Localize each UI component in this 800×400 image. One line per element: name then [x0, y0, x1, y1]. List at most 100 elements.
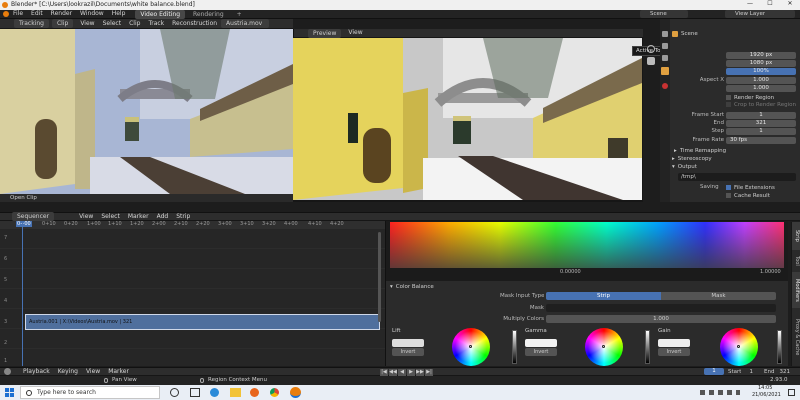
lift-value-slider[interactable]: [512, 330, 517, 364]
play-icon[interactable]: ▶: [407, 368, 415, 376]
system-tray-icons[interactable]: [700, 390, 740, 395]
start-frame-field[interactable]: Start 1: [728, 368, 753, 375]
timeline-ruler[interactable]: 0+00 0+10 0+20 1+00 1+10 1+20 2+00 2+10 …: [0, 221, 385, 229]
mask-field[interactable]: [546, 304, 776, 312]
output-tab-icon[interactable]: [662, 55, 668, 61]
cache-result-checkbox[interactable]: Cache Result: [726, 192, 770, 199]
aspect-y-field[interactable]: 1.000: [672, 85, 796, 93]
menu-render[interactable]: Render: [47, 9, 76, 19]
mask-option-mask[interactable]: Mask: [661, 292, 776, 300]
jump-start-icon[interactable]: |◀: [380, 368, 388, 376]
menu-edit[interactable]: Edit: [27, 9, 47, 19]
resolution-y-field[interactable]: 1080 px: [672, 60, 796, 68]
tool-tab-icon[interactable]: [662, 31, 668, 37]
gamma-wheel-handle[interactable]: [602, 345, 605, 348]
menu-window[interactable]: Window: [76, 9, 108, 19]
seq-menu-add[interactable]: Add: [153, 212, 173, 222]
render-region-checkbox[interactable]: Render Region: [726, 94, 774, 101]
view-layer-selector[interactable]: View Layer: [725, 10, 795, 18]
seq-menu-select[interactable]: Select: [97, 212, 124, 222]
render-region-check[interactable]: [726, 95, 731, 100]
minimize-button[interactable]: —: [742, 0, 758, 7]
frame-end-field[interactable]: End 321: [672, 120, 796, 128]
next-keyframe-icon[interactable]: ▶▶: [416, 368, 424, 376]
aspect-x-field[interactable]: Aspect X 1.000: [672, 77, 796, 85]
add-workspace-button[interactable]: +: [232, 10, 247, 19]
gain-color-swatch[interactable]: [658, 339, 690, 347]
preview-image[interactable]: [293, 38, 642, 200]
movie-strip[interactable]: Austria.001 | X:\Videos\Austria.mov | 32…: [25, 314, 380, 330]
task-view-icon[interactable]: [190, 388, 200, 397]
side-tab-strip[interactable]: Strip: [791, 222, 800, 250]
crop-region-check[interactable]: [726, 102, 731, 107]
taskbar-search-box[interactable]: Type here to search: [20, 386, 160, 399]
clip-menu-clip[interactable]: Clip: [125, 19, 144, 29]
hand-icon[interactable]: [647, 57, 655, 65]
windows-start-icon[interactable]: [5, 388, 14, 397]
clip-menu-reconstruction[interactable]: Reconstruction: [168, 19, 221, 29]
file-explorer-icon[interactable]: [230, 388, 241, 397]
frame-rate-field[interactable]: Frame Rate 30 fps: [672, 137, 796, 145]
gamma-value-slider[interactable]: [645, 330, 650, 364]
close-button[interactable]: ✕: [782, 0, 798, 7]
timeline-editor-icon[interactable]: [4, 368, 11, 375]
scope-gradient[interactable]: [390, 222, 784, 268]
prev-keyframe-icon[interactable]: ◀◀: [389, 368, 397, 376]
current-frame-field[interactable]: 1: [704, 368, 724, 375]
firefox-icon[interactable]: [250, 388, 259, 397]
tab-rendering[interactable]: Rendering: [188, 10, 229, 19]
maximize-button[interactable]: ☐: [762, 0, 778, 7]
gamma-color-swatch[interactable]: [525, 339, 557, 347]
menu-file[interactable]: File: [9, 9, 27, 19]
playback-menu[interactable]: Playback: [19, 367, 54, 377]
clip-image[interactable]: [0, 29, 293, 194]
mask-option-strip[interactable]: Strip: [546, 292, 661, 300]
marker-menu[interactable]: Marker: [104, 367, 133, 377]
tracking-mode-dropdown[interactable]: Tracking: [14, 19, 49, 28]
seq-menu-strip[interactable]: Strip: [172, 212, 194, 222]
notification-icon[interactable]: [788, 389, 795, 396]
resolution-x-field[interactable]: 1920 px: [672, 52, 796, 60]
lift-wheel-handle[interactable]: [469, 345, 472, 348]
zoom-icon[interactable]: [647, 45, 655, 53]
multiply-colors-field[interactable]: 1.000: [546, 315, 776, 323]
scene-tab-icon[interactable]: [661, 67, 669, 75]
lift-invert-toggle[interactable]: Invert: [392, 348, 424, 356]
clip-menu-select[interactable]: Select: [99, 19, 126, 29]
clip-menu-view[interactable]: View: [76, 19, 98, 29]
side-tab-modifiers[interactable]: Modifiers: [791, 272, 800, 308]
keying-menu[interactable]: Keying: [54, 367, 82, 377]
gain-value-slider[interactable]: [777, 330, 782, 364]
frame-step-field[interactable]: Step 1: [672, 128, 796, 136]
edge-icon[interactable]: [210, 388, 219, 397]
jump-end-icon[interactable]: ▶|: [425, 368, 433, 376]
timeline-scrollbar[interactable]: [378, 232, 381, 322]
render-tab-icon[interactable]: [662, 43, 668, 49]
preview-menu-view[interactable]: View: [344, 28, 366, 38]
preview-mode-dropdown[interactable]: Preview: [308, 28, 342, 38]
playhead[interactable]: [22, 221, 23, 366]
sequencer-editor-dropdown[interactable]: Sequencer: [12, 212, 55, 221]
blender-taskbar-icon[interactable]: [290, 387, 301, 398]
gain-invert-toggle[interactable]: Invert: [658, 348, 690, 356]
world-tab-icon[interactable]: [662, 83, 668, 89]
stereoscopy-panel[interactable]: ▸ Stereoscopy: [672, 155, 712, 162]
end-frame-field[interactable]: End 321: [764, 368, 790, 375]
color-balance-header[interactable]: ▾ Color Balance: [390, 283, 786, 291]
view-menu[interactable]: View: [82, 367, 104, 377]
output-path-field[interactable]: /tmp\: [678, 173, 796, 181]
gamma-invert-toggle[interactable]: Invert: [525, 348, 557, 356]
menu-help[interactable]: Help: [108, 9, 130, 19]
open-clip-footer[interactable]: Open Clip: [0, 194, 293, 202]
cache-result-check[interactable]: [726, 193, 731, 198]
file-extensions-checkbox[interactable]: File Extensions: [726, 184, 775, 191]
chrome-icon[interactable]: [270, 388, 279, 397]
time-remapping-panel[interactable]: ▸ Time Remapping: [674, 147, 726, 154]
side-tab-tool[interactable]: Tool: [791, 250, 800, 272]
clip-type-dropdown[interactable]: Clip: [51, 19, 74, 28]
clip-menu-track[interactable]: Track: [144, 19, 168, 29]
side-tab-proxy-cache[interactable]: Proxy & Cache: [791, 308, 800, 366]
scene-selector[interactable]: Scene: [640, 10, 688, 18]
seq-menu-view[interactable]: View: [75, 212, 97, 222]
checkmark-icon[interactable]: [726, 185, 731, 190]
